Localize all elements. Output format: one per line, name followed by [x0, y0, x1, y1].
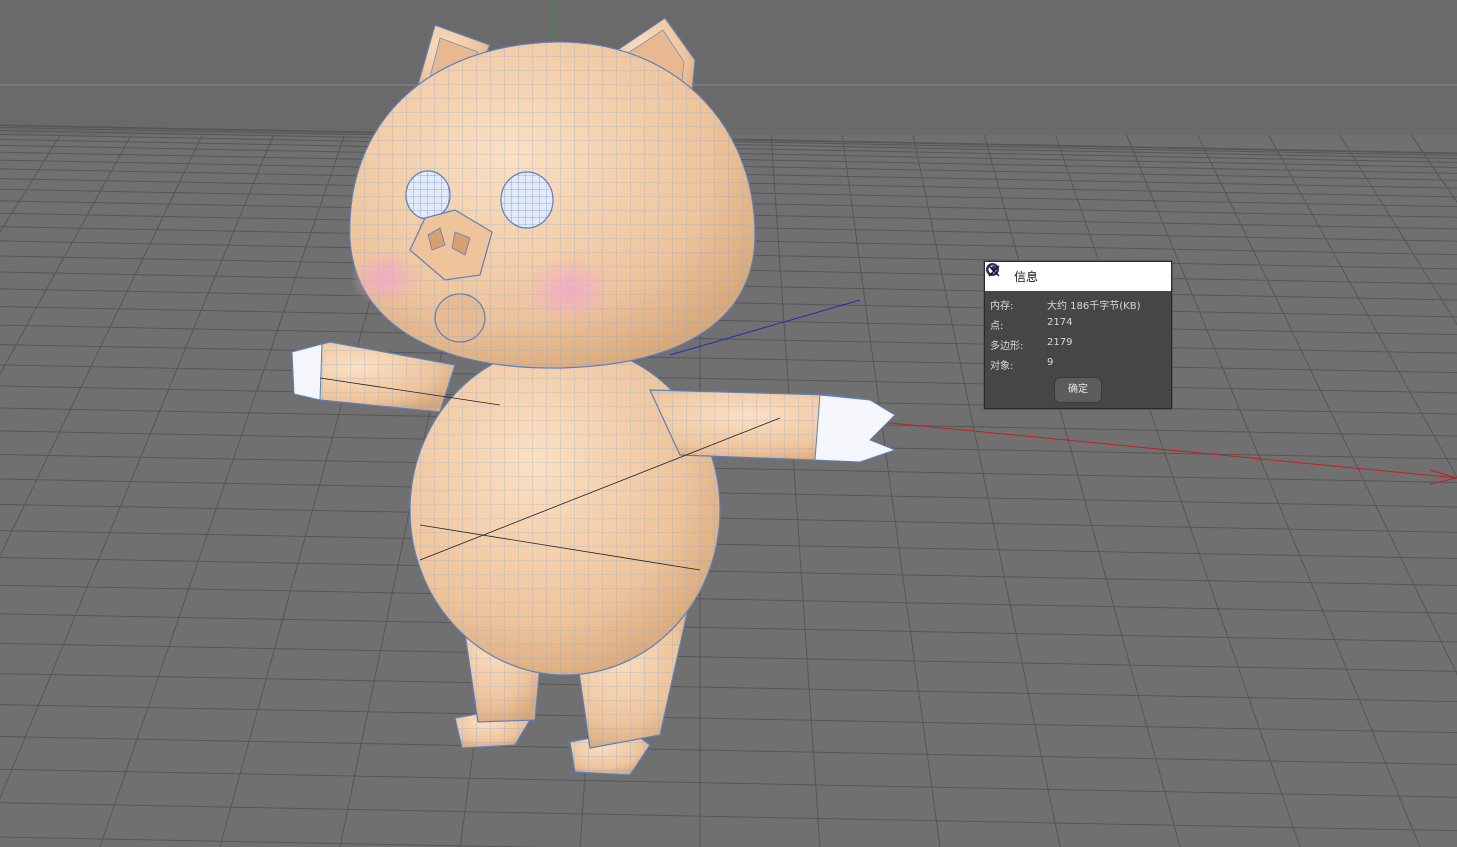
- info-dialog[interactable]: 信息 内存: 大约 186千字节(KB) 点: 2174 多边形: 2179 对…: [984, 261, 1172, 409]
- info-value: 2179: [1047, 337, 1073, 348]
- horizon-sky: [0, 0, 1457, 135]
- info-label: 内存:: [990, 301, 1014, 312]
- info-label: 对象:: [990, 361, 1014, 372]
- info-row-memory: 内存: 大约 186千字节(KB): [990, 297, 1166, 313]
- 3d-viewport[interactable]: 信息 内存: 大约 186千字节(KB) 点: 2174 多边形: 2179 对…: [0, 0, 1457, 847]
- left-hand: [291, 343, 323, 401]
- info-row-objects: 对象: 9: [990, 357, 1166, 373]
- dialog-title: 信息: [1014, 270, 1039, 284]
- info-value: 大约 186千字节(KB): [1047, 301, 1141, 312]
- info-row-points: 点: 2174: [990, 317, 1166, 333]
- right-blush: [525, 256, 615, 324]
- ok-button[interactable]: 确定: [1054, 377, 1102, 403]
- info-value: 2174: [1047, 317, 1073, 328]
- viewport-canvas[interactable]: [0, 0, 1457, 847]
- info-row-polygons: 多边形: 2179: [990, 337, 1166, 353]
- left-blush: [350, 250, 420, 306]
- close-icon[interactable]: [985, 262, 1003, 280]
- info-label: 点:: [990, 321, 1004, 332]
- info-label: 多边形:: [990, 341, 1024, 352]
- dialog-titlebar[interactable]: 信息: [985, 262, 1171, 291]
- info-value: 9: [1047, 357, 1054, 368]
